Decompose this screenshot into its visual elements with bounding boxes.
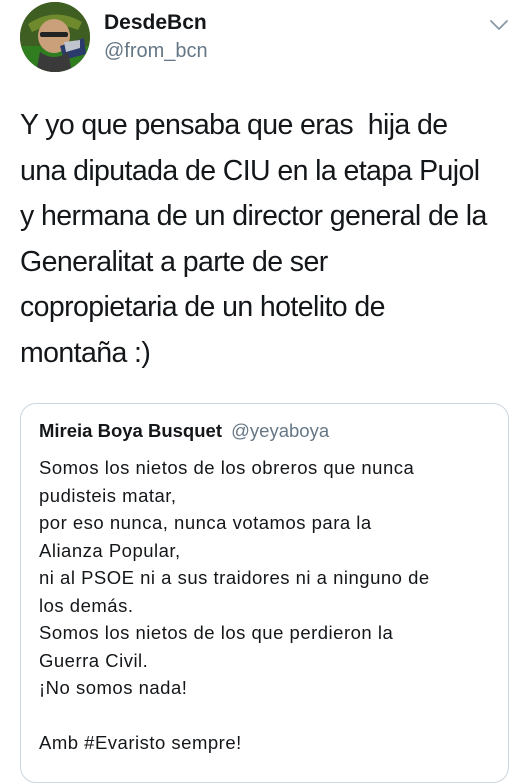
tweet-text: Y yo que pensaba que eras hija de una di… bbox=[20, 109, 487, 369]
quoted-tweet[interactable]: Mireia Boya Busquet @yeyaboya Somos los … bbox=[20, 403, 509, 783]
user-handle[interactable]: @from_bcn bbox=[104, 38, 208, 64]
quoted-display-name[interactable]: Mireia Boya Busquet bbox=[39, 420, 222, 441]
quoted-user-handle[interactable]: @yeyaboya bbox=[231, 420, 329, 441]
avatar[interactable] bbox=[20, 2, 90, 72]
quoted-tweet-header: Mireia Boya Busquet @yeyaboya bbox=[39, 419, 329, 443]
display-name[interactable]: DesdeBcn bbox=[104, 10, 208, 36]
chevron-down-icon[interactable] bbox=[488, 18, 510, 32]
user-info[interactable]: DesdeBcn @from_bcn bbox=[104, 10, 208, 64]
avatar-photo bbox=[20, 2, 90, 72]
tweet-card: DesdeBcn @from_bcn Y yo que pensaba que … bbox=[0, 0, 529, 783]
quoted-tweet-text: Somos los nietos de los obreros que nunc… bbox=[39, 457, 430, 753]
tweet-header: DesdeBcn @from_bcn bbox=[20, 2, 510, 74]
